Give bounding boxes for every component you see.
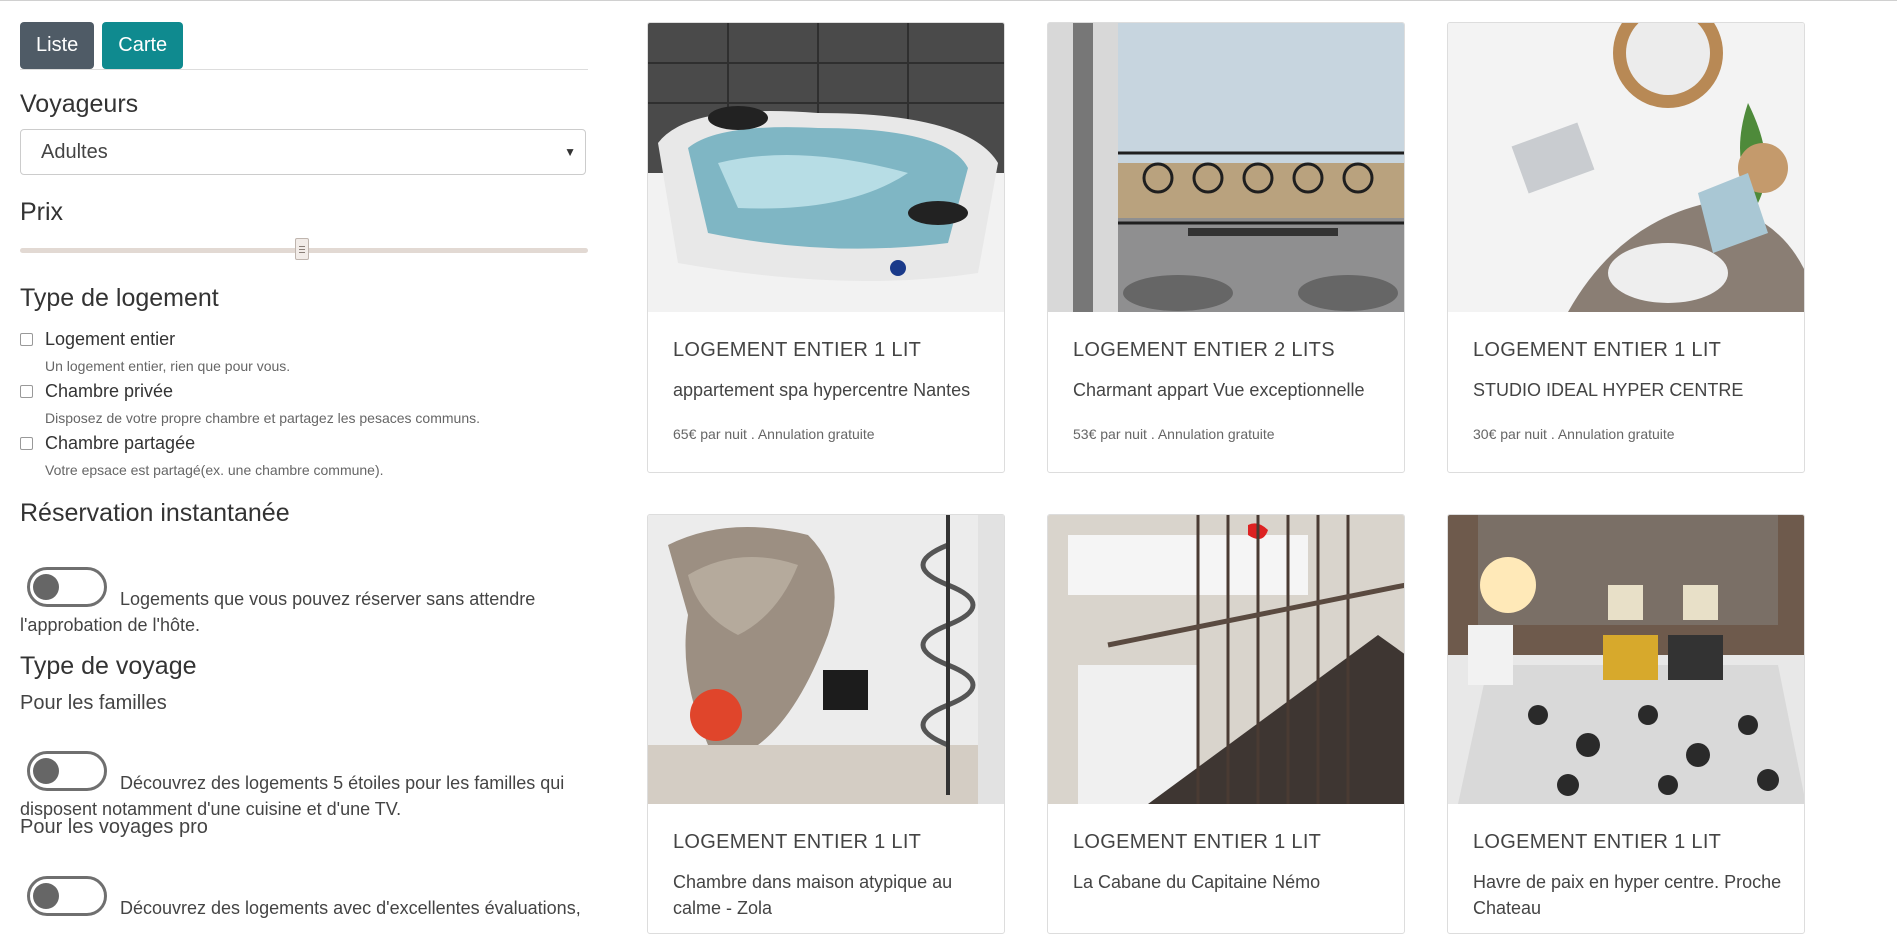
listing-type: LOGEMENT ENTIER 1 LIT (673, 339, 922, 361)
listing-card[interactable]: LOGEMENT ENTIER 1 LIT Chambre dans maiso… (647, 514, 1005, 934)
listing-photo[interactable] (1048, 23, 1404, 312)
listing-photo[interactable] (648, 515, 1004, 804)
listing-price: 30€ par nuit . Annulation gratuite (1473, 426, 1675, 442)
business-subtitle: Pour les voyages pro (20, 816, 208, 838)
families-toggle[interactable] (27, 751, 107, 791)
lodging-option-description: Disposez de votre propre chambre et part… (45, 410, 480, 426)
view-toggle: Liste Carte (20, 22, 588, 70)
lodging-private-room-checkbox[interactable] (20, 385, 33, 398)
listing-name[interactable]: appartement spa hypercentre Nantes (673, 377, 983, 403)
lodging-shared-room-checkbox[interactable] (20, 437, 33, 450)
travelers-title: Voyageurs (20, 90, 139, 118)
lodging-option-description: Un logement entier, rien que pour vous. (45, 358, 291, 374)
listing-price: 65€ par nuit . Annulation gratuite (673, 426, 875, 442)
filter-sidebar: Liste Carte Voyageurs Adultes ▼ Prix Typ… (20, 22, 588, 918)
listing-photo[interactable] (1048, 515, 1404, 804)
listing-card[interactable]: LOGEMENT ENTIER 1 LIT appartement spa hy… (647, 22, 1005, 473)
listing-photo[interactable] (648, 23, 1004, 312)
price-title: Prix (20, 198, 64, 226)
trip-type-title: Type de voyage (20, 652, 197, 680)
travelers-select-value: Adultes (41, 140, 108, 163)
travelers-select[interactable]: Adultes ▼ (20, 129, 586, 175)
listing-photo[interactable] (1448, 23, 1804, 312)
lodging-option-label[interactable]: Chambre partagée (45, 433, 195, 454)
chevron-down-icon: ▼ (564, 145, 576, 159)
families-subtitle: Pour les familles (20, 692, 167, 714)
listing-type: LOGEMENT ENTIER 2 LITS (1073, 339, 1335, 361)
instant-booking-title: Réservation instantanée (20, 499, 290, 527)
toggle-knob (33, 758, 59, 784)
toggle-knob (33, 574, 59, 600)
lodging-option-label[interactable]: Logement entier (45, 329, 175, 350)
listing-photo[interactable] (1448, 515, 1804, 804)
lodging-option-label[interactable]: Chambre privée (45, 381, 173, 402)
business-text: Découvrez des logements avec d'excellent… (120, 898, 581, 918)
lodging-option-description: Votre epsace est partagé(ex. une chambre… (45, 462, 384, 478)
price-slider-handle[interactable] (295, 238, 309, 260)
listing-card[interactable]: LOGEMENT ENTIER 1 LIT STUDIO IDEAL HYPER… (1447, 22, 1805, 473)
lodging-type-title: Type de logement (20, 284, 219, 312)
listing-type: LOGEMENT ENTIER 1 LIT (1473, 831, 1722, 853)
toggle-knob (33, 883, 59, 909)
listing-type: LOGEMENT ENTIER 1 LIT (1073, 831, 1322, 853)
listing-price: 53€ par nuit . Annulation gratuite (1073, 426, 1275, 442)
listing-name[interactable]: Charmant appart Vue exceptionnelle (1073, 377, 1383, 403)
families-text: Découvrez des logements 5 étoiles pour l… (120, 773, 565, 793)
listing-type: LOGEMENT ENTIER 1 LIT (673, 831, 922, 853)
instant-booking-toggle[interactable] (27, 567, 107, 607)
listing-card[interactable]: LOGEMENT ENTIER 1 LIT Havre de paix en h… (1447, 514, 1805, 934)
business-toggle[interactable] (27, 876, 107, 916)
list-view-button[interactable]: Liste (20, 22, 95, 69)
listing-card[interactable]: LOGEMENT ENTIER 1 LIT La Cabane du Capit… (1047, 514, 1405, 934)
instant-booking-text: Logements que vous pouvez réserver sans … (120, 589, 536, 609)
lodging-entire-checkbox[interactable] (20, 333, 33, 346)
instant-booking-text-cont: l'approbation de l'hôte. (20, 615, 201, 635)
listing-type: LOGEMENT ENTIER 1 LIT (1473, 339, 1722, 361)
listing-name[interactable]: La Cabane du Capitaine Némo (1073, 869, 1383, 895)
listing-name[interactable]: Havre de paix en hyper centre. Proche Ch… (1473, 869, 1783, 921)
listing-name[interactable]: STUDIO IDEAL HYPER CENTRE (1473, 377, 1783, 403)
listing-card[interactable]: LOGEMENT ENTIER 2 LITS Charmant appart V… (1047, 22, 1405, 473)
map-view-button[interactable]: Carte (102, 22, 184, 69)
listing-name[interactable]: Chambre dans maison atypique au calme - … (673, 869, 983, 921)
